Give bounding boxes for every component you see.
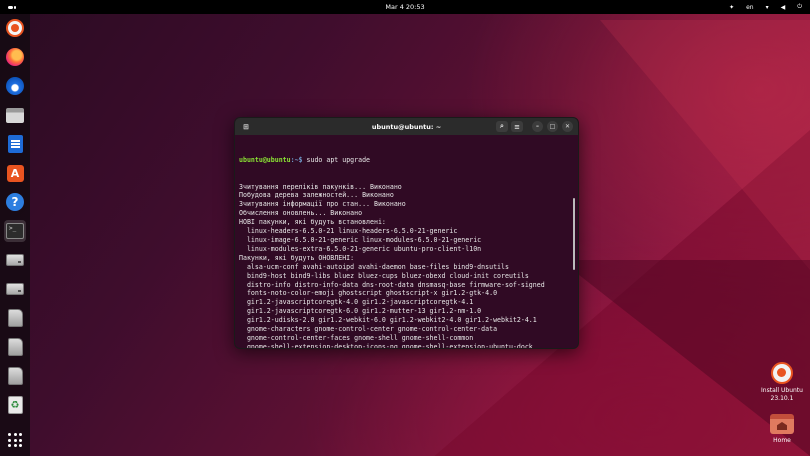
command-line: ubuntu@ubuntu:~$ sudo apt upgrade — [239, 156, 574, 165]
network-icon[interactable]: ▾ — [766, 4, 769, 11]
trash-icon: ♻ — [7, 396, 23, 414]
output-line: linux-headers-6.5.0-21 linux-headers-6.5… — [239, 227, 458, 236]
drive-icon — [6, 254, 24, 266]
activities-dot-icon — [14, 5, 16, 9]
output-line: linux-modules-extra-6.5.0-21-generic ubu… — [239, 244, 482, 253]
top-bar: Mar 4 20:53 ✦ en ▾ ◀ ⏻ — [0, 0, 810, 14]
output-line: alsa-ucm-conf avahi-autoipd avahi-daemon… — [239, 262, 509, 271]
accessibility-icon[interactable]: ✦ — [729, 4, 734, 11]
installer-icon — [6, 19, 24, 37]
firefox-icon — [6, 48, 24, 66]
dock-files[interactable] — [4, 104, 26, 126]
activities-indicator[interactable] — [8, 4, 16, 10]
dock-storage-1[interactable] — [4, 307, 26, 329]
desktop-home[interactable]: Home — [756, 414, 808, 445]
dock-install-ubuntu[interactable] — [4, 17, 26, 39]
output-line: Пакунки, які будуть ОНОВЛЕНІ: — [239, 253, 355, 262]
dock-writer[interactable] — [4, 133, 26, 155]
language-indicator[interactable]: en — [746, 4, 754, 11]
files-icon — [6, 107, 24, 123]
maximize-icon: □ — [549, 123, 556, 130]
output-line: gir1.2-javascriptcoregtk-4.0 gir1.2-java… — [239, 298, 474, 307]
terminal-window[interactable]: ⊞ ubuntu@ubuntu: ~ ⌕ ≡ – □ ✕ ubuntu@ubun… — [234, 117, 579, 349]
software-icon: A — [6, 164, 24, 182]
minimize-button[interactable]: – — [532, 121, 543, 132]
minimize-icon: – — [536, 123, 539, 130]
command-text: sudo apt upgrade — [302, 155, 371, 164]
output-line: linux-image-6.5.0-21-generic linux-modul… — [239, 235, 482, 244]
terminal-output[interactable]: ubuntu@ubuntu:~$ sudo apt upgrade Зчитув… — [235, 135, 578, 349]
output-line: Зчитування інформації про стан... Викона… — [239, 200, 406, 209]
dock-storage-3[interactable] — [4, 365, 26, 387]
system-tray[interactable]: ✦ en ▾ ◀ ⏻ — [729, 3, 802, 11]
drive-icon — [6, 283, 24, 295]
maximize-button[interactable]: □ — [547, 121, 558, 132]
output-line: gnome-characters gnome-control-center gn… — [239, 325, 498, 334]
search-icon: ⌕ — [500, 122, 504, 130]
output-line: Зчитування переліків пакунків... Виконан… — [239, 182, 402, 191]
output-line: Обчислення оновлень... Виконано — [239, 209, 363, 218]
dock-storage-2[interactable] — [4, 336, 26, 358]
desktop-install-ubuntu[interactable]: Install Ubuntu 23.10.1 — [756, 362, 808, 402]
output-line: fonts-noto-color-emoji ghostscript ghost… — [239, 289, 498, 298]
hamburger-menu-icon: ≡ — [514, 122, 520, 131]
installer-icon — [771, 362, 793, 384]
output-line: distro-info distro-info-data dns-root-da… — [239, 280, 545, 289]
sd-card-icon — [7, 367, 23, 385]
app-grid-icon — [8, 433, 22, 447]
output-line: gir1.2-javascriptcoregtk-6.0 gir1.2-mutt… — [239, 307, 482, 316]
power-icon[interactable]: ⏻ — [797, 3, 802, 11]
close-button[interactable]: ✕ — [562, 121, 573, 132]
desktop-install-version: 23.10.1 — [770, 394, 794, 402]
clock[interactable]: Mar 4 20:53 — [385, 3, 424, 11]
activities-pill-icon — [8, 5, 13, 9]
desktop-home-label: Home — [773, 437, 791, 444]
dock-drive-2[interactable] — [4, 278, 26, 300]
new-tab-button[interactable]: ⊞ — [240, 121, 252, 132]
search-button[interactable]: ⌕ — [496, 121, 508, 132]
dock-terminal[interactable]: >_ — [4, 220, 26, 242]
output-line: Побудова дерева залежностей... Виконано — [239, 191, 394, 200]
output-line: bind9-host bind9-libs bluez bluez-cups b… — [239, 271, 529, 280]
close-icon: ✕ — [564, 123, 571, 130]
home-folder-icon — [770, 414, 794, 434]
new-tab-icon: ⊞ — [243, 122, 249, 131]
dock-trash[interactable]: ♻ — [4, 394, 26, 416]
dock-firefox[interactable] — [4, 46, 26, 68]
output-line: gir1.2-udisks-2.0 gir1.2-webkit-6.0 gir1… — [239, 316, 537, 325]
output-line: gnome-control-center-faces gnome-shell g… — [239, 333, 474, 342]
output-line: gnome-shell-extension-desktop-icons-ng g… — [239, 342, 533, 349]
desktop-install-label: Install Ubuntu — [761, 387, 803, 394]
dock-app-center[interactable]: A — [4, 162, 26, 184]
dock-drive-1[interactable] — [4, 249, 26, 271]
sd-card-icon — [7, 338, 23, 356]
menu-button[interactable]: ≡ — [511, 121, 523, 132]
terminal-header[interactable]: ⊞ ubuntu@ubuntu: ~ ⌕ ≡ – □ ✕ — [235, 118, 578, 135]
dock-show-apps[interactable] — [4, 429, 26, 451]
writer-icon — [7, 135, 23, 153]
output-lines: Зчитування переліків пакунків... Виконан… — [239, 182, 574, 349]
dock-help[interactable]: ? — [4, 191, 26, 213]
help-icon: ? — [6, 193, 24, 211]
prompt-path: :~$ — [290, 155, 303, 164]
terminal-icon: >_ — [6, 223, 24, 239]
output-line: НОВІ пакунки, які будуть встановлені: — [239, 218, 386, 227]
terminal-title: ubuntu@ubuntu: ~ — [371, 122, 442, 131]
terminal-scrollbar[interactable] — [573, 198, 575, 270]
dock-thunderbird[interactable] — [4, 75, 26, 97]
dock: A ? >_ ♻ — [0, 14, 30, 456]
thunderbird-icon — [6, 77, 24, 95]
volume-icon[interactable]: ◀ — [781, 4, 786, 11]
sd-card-icon — [7, 309, 23, 327]
prompt-user: ubuntu@ubuntu — [239, 155, 291, 164]
